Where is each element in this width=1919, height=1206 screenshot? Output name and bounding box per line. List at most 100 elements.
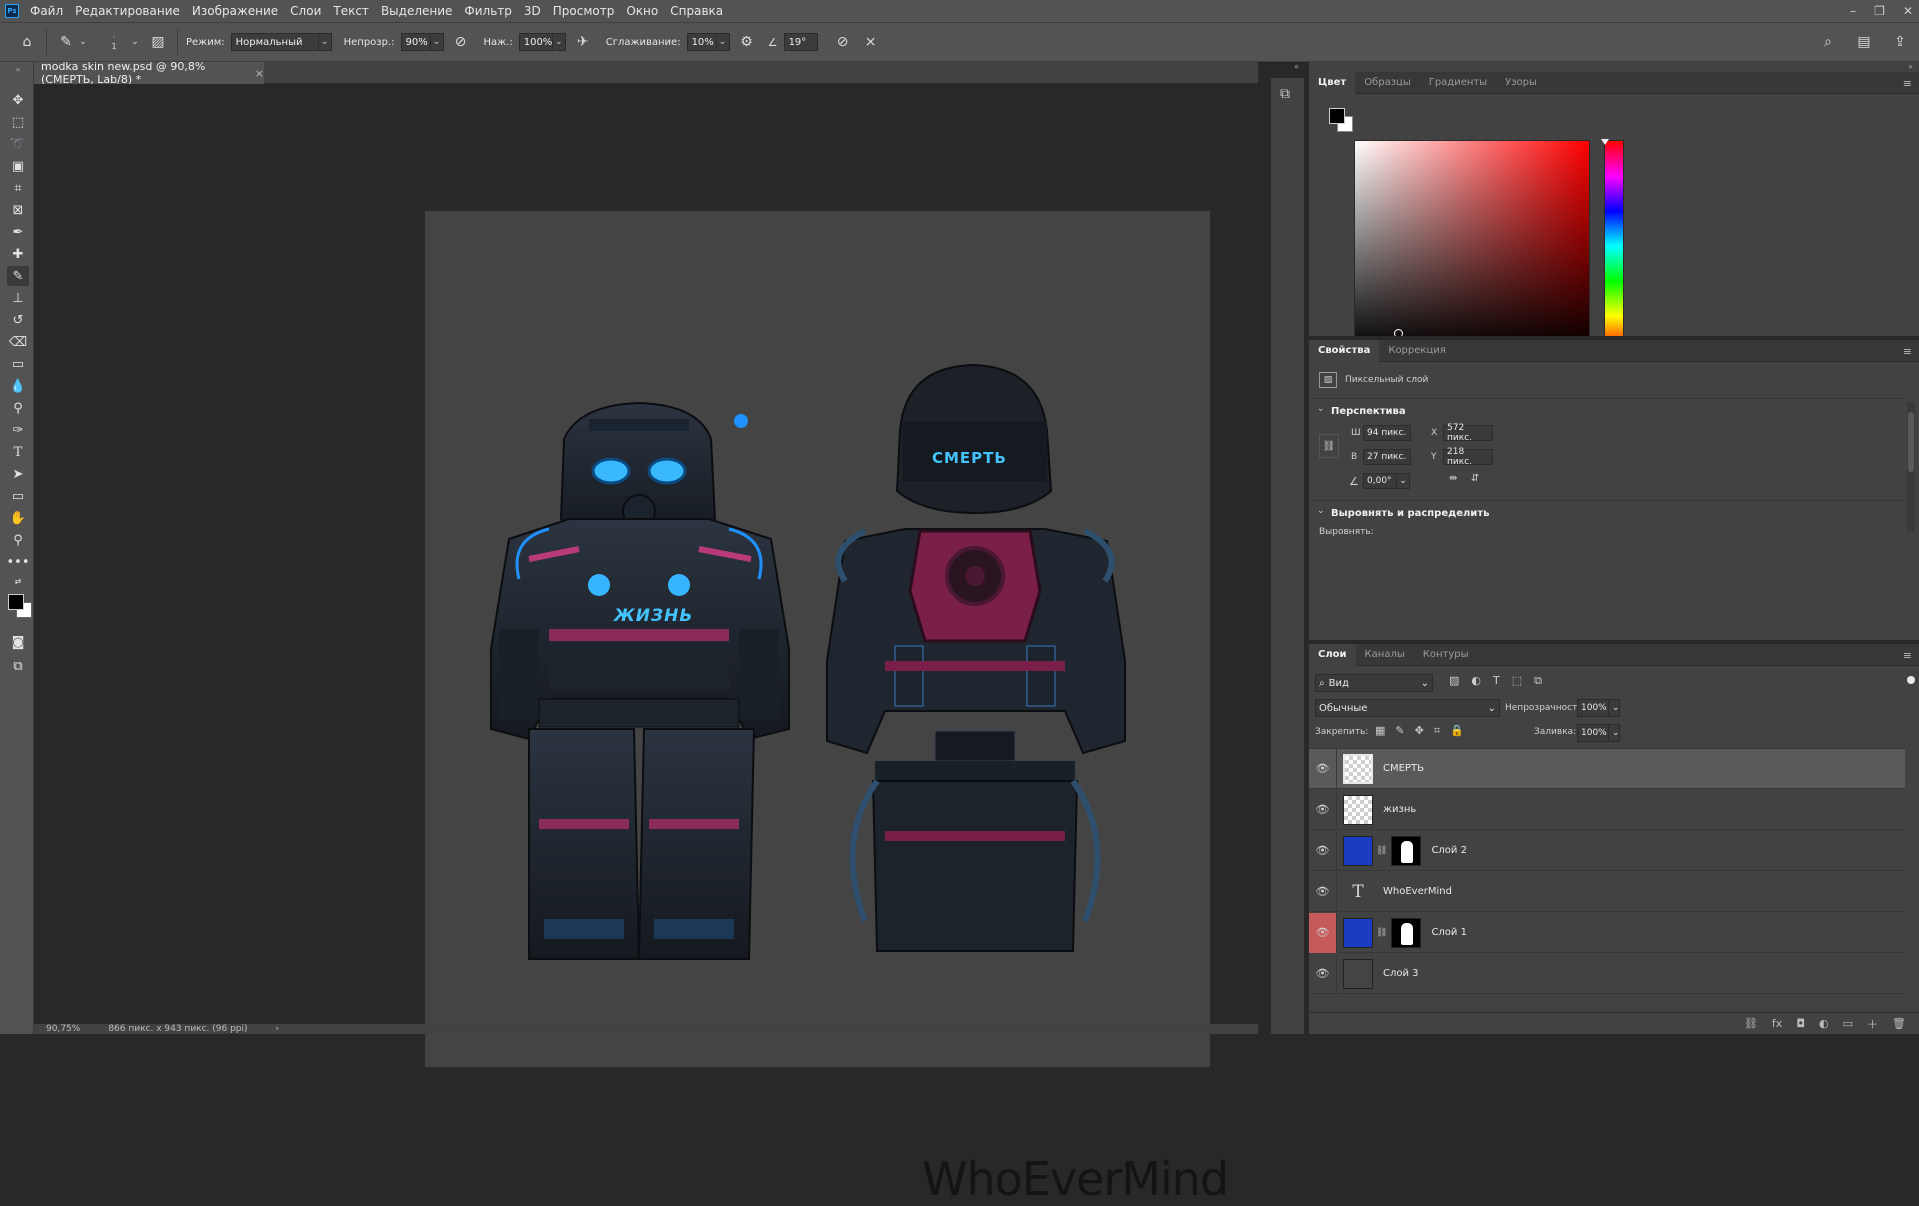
chevron-down-icon[interactable]: ⌄ <box>429 33 444 51</box>
new-layer-icon[interactable]: ＋ <box>1867 1016 1878 1032</box>
minimize-button[interactable]: – <box>1850 4 1856 18</box>
filter-shape-icon[interactable]: ⬚ <box>1512 674 1522 688</box>
healing-brush-tool-icon[interactable]: ✚ <box>7 244 29 264</box>
chevron-down-icon[interactable]: ⌄ <box>551 33 566 51</box>
opacity-input[interactable]: 90% <box>400 33 431 51</box>
dodge-tool-icon[interactable]: ⚲ <box>7 398 29 418</box>
search-icon[interactable]: ⌕ <box>1817 31 1839 53</box>
layer-row[interactable]: 👁 СМЕРТЬ <box>1309 748 1905 789</box>
layer-mask-thumbnail[interactable] <box>1391 917 1422 948</box>
flip-vertical-icon[interactable]: ⇵ <box>1471 473 1479 484</box>
layer-opacity-input[interactable]: 100% <box>1577 699 1609 717</box>
close-tab-icon[interactable]: × <box>255 67 264 80</box>
brush-tool-icon[interactable]: ✎ <box>7 266 29 286</box>
x-input[interactable]: 572 пикс. <box>1443 423 1493 443</box>
history-brush-tool-icon[interactable]: ↺ <box>7 310 29 330</box>
zoom-level[interactable]: 90,75% <box>46 1024 80 1034</box>
filter-type-icon[interactable]: T <box>1493 674 1500 688</box>
tab-gradients[interactable]: Градиенты <box>1420 72 1496 94</box>
tab-adjustments[interactable]: Коррекция <box>1379 340 1454 362</box>
menu-layers[interactable]: Слои <box>285 4 328 18</box>
y-input[interactable]: 218 пикс. <box>1443 447 1493 467</box>
lock-position-icon[interactable]: ✥ <box>1415 724 1424 738</box>
flip-horizontal-icon[interactable]: ⇹ <box>1449 473 1457 484</box>
swap-colors-icon[interactable]: ⇄ <box>7 574 29 588</box>
layer-fill-input[interactable]: 100% <box>1577 724 1609 742</box>
document-canvas[interactable]: ЖИЗНЬ СМЕРТЬ WhoEverMind <box>425 211 1229 1206</box>
layer-row[interactable]: 👁 ⛓ Слой 1 <box>1309 912 1905 953</box>
align-section-title[interactable]: Выровнять и распределить <box>1331 508 1489 519</box>
layer-name[interactable]: Слой 2 <box>1431 845 1467 856</box>
properties-scrollbar[interactable] <box>1907 402 1915 532</box>
crop-tool-icon[interactable]: ⌗ <box>7 178 29 198</box>
marquee-tool-icon[interactable]: ⬚ <box>7 112 29 132</box>
delete-layer-icon[interactable]: 🗑 <box>1892 1017 1906 1030</box>
filter-pixel-icon[interactable]: ▨ <box>1449 674 1459 688</box>
collapse-arrows-icon[interactable]: « <box>1294 62 1299 71</box>
lock-pixels-icon[interactable]: ✎ <box>1395 724 1404 738</box>
object-select-tool-icon[interactable]: ▣ <box>7 156 29 176</box>
symmetry-icon[interactable]: ⨯ <box>860 31 882 53</box>
adjustment-layer-icon[interactable]: ◐ <box>1819 1017 1829 1030</box>
panel-menu-icon[interactable]: ≡ <box>1903 340 1912 362</box>
color-swatches[interactable] <box>1329 108 1359 138</box>
tab-paths[interactable]: Контуры <box>1414 644 1478 666</box>
menu-file[interactable]: Файл <box>25 4 70 18</box>
toolbar-collapse-icon[interactable]: » <box>7 62 29 76</box>
more-tools-icon[interactable]: ••• <box>7 552 30 572</box>
smoothing-input[interactable]: 10% <box>686 33 717 51</box>
layer-name[interactable]: Слой 1 <box>1431 927 1467 938</box>
color-swatches[interactable] <box>6 590 36 620</box>
hue-slider[interactable] <box>1601 139 1624 352</box>
angle-input[interactable]: 19° <box>783 33 818 51</box>
mask-link-icon[interactable]: ⛓ <box>1376 928 1387 938</box>
history-panel-icon[interactable]: ⧉ <box>1280 86 1290 102</box>
layer-name[interactable]: WhoEverMind <box>1383 886 1452 897</box>
share-icon[interactable]: ⇪ <box>1889 31 1911 53</box>
workspace-icon[interactable]: ▤ <box>1853 31 1875 53</box>
zoom-tool-icon[interactable]: ⚲ <box>7 530 29 550</box>
home-icon[interactable]: ⌂ <box>16 31 38 53</box>
menu-select[interactable]: Выделение <box>376 4 459 18</box>
brush-tool-icon[interactable]: ✎ <box>55 31 77 53</box>
chevron-down-icon[interactable]: ⌄ <box>715 33 730 51</box>
canvas-area[interactable]: ЖИЗНЬ СМЕРТЬ WhoEverMind <box>34 84 1258 1206</box>
move-tool-icon[interactable]: ✥ <box>7 90 29 110</box>
layer-row[interactable]: 👁 Слой 3 <box>1309 953 1905 994</box>
menu-image[interactable]: Изображение <box>187 4 285 18</box>
rectangle-tool-icon[interactable]: ▭ <box>7 486 29 506</box>
hand-tool-icon[interactable]: ✋ <box>7 508 29 528</box>
tab-patterns[interactable]: Узоры <box>1496 72 1546 94</box>
layer-mask-thumbnail[interactable] <box>1391 835 1422 866</box>
lock-all-icon[interactable]: 🔒 <box>1450 724 1464 738</box>
eye-icon[interactable]: 👁 <box>1309 830 1337 871</box>
mode-select[interactable]: Нормальный <box>230 33 319 51</box>
hue-slider-handle[interactable] <box>1601 139 1609 145</box>
eyedropper-tool-icon[interactable]: ✒ <box>7 222 29 242</box>
new-group-icon[interactable]: ▭ <box>1843 1017 1853 1030</box>
layer-name[interactable]: СМЕРТЬ <box>1383 763 1424 774</box>
menu-view[interactable]: Просмотр <box>548 4 622 18</box>
layer-filter-select[interactable]: ⌕ Вид ⌄ <box>1315 674 1433 692</box>
layer-row[interactable]: 👁 жизнь <box>1309 789 1905 830</box>
gear-icon[interactable]: ⚙ <box>736 31 758 53</box>
document-tab[interactable]: modka skin new.psd @ 90,8% (СМЕРТЬ, Lab/… <box>34 60 264 86</box>
status-menu-arrow[interactable]: › <box>276 1024 280 1034</box>
filter-toggle-icon[interactable] <box>1907 676 1915 684</box>
menu-help[interactable]: Справка <box>665 4 730 18</box>
rotation-input[interactable]: 0,00° <box>1363 473 1397 489</box>
panel-menu-icon[interactable]: ≡ <box>1903 644 1912 666</box>
blend-mode-select[interactable]: Обычные ⌄ <box>1315 699 1500 717</box>
foreground-color-swatch[interactable] <box>8 594 24 610</box>
menu-text[interactable]: Текст <box>328 4 376 18</box>
chevron-down-icon[interactable]: ⌄ <box>1608 699 1620 717</box>
chevron-down-icon[interactable]: ⌄ <box>1608 724 1620 742</box>
brush-settings-icon[interactable]: ▨ <box>147 31 169 53</box>
layer-name[interactable]: Слой 3 <box>1383 968 1419 979</box>
path-select-tool-icon[interactable]: ➤ <box>7 464 29 484</box>
layer-row[interactable]: 👁 ⛓ Слой 2 <box>1309 830 1905 871</box>
brush-preset-picker[interactable]: · 1 <box>99 33 129 51</box>
filter-smart-object-icon[interactable]: ⧉ <box>1534 674 1542 688</box>
menu-filter[interactable]: Фильтр <box>459 4 518 18</box>
pressure-size-icon[interactable]: ⊘ <box>832 31 854 53</box>
